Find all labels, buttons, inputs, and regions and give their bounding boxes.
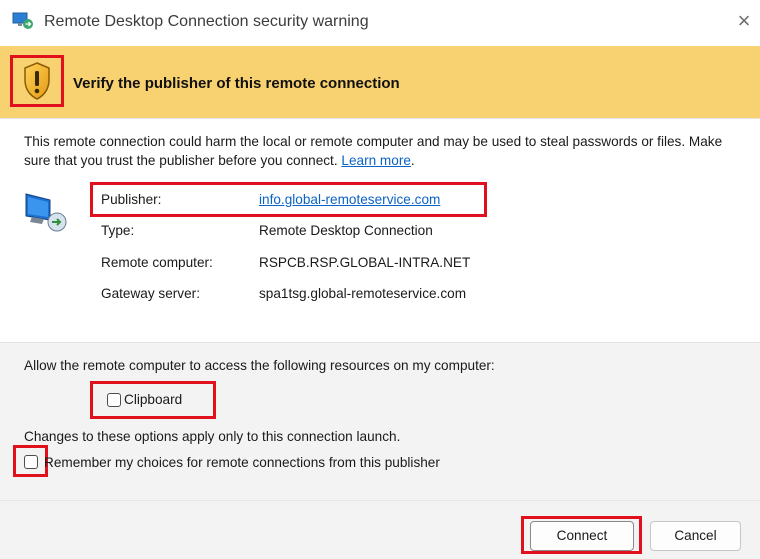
connect-button[interactable]: Connect (530, 521, 634, 551)
cancel-button[interactable]: Cancel (650, 521, 741, 551)
close-button[interactable]: × (733, 9, 755, 33)
clipboard-label[interactable]: Clipboard (124, 392, 182, 407)
remote-computer-value: RSPCB.RSP.GLOBAL-INTRA.NET (259, 255, 471, 270)
warning-description: This remote connection could harm the lo… (24, 132, 744, 170)
gateway-server-value: spa1tsg.global-remoteservice.com (259, 286, 467, 301)
button-bar (0, 500, 760, 559)
allow-resources-text: Allow the remote computer to access the … (24, 358, 495, 373)
publisher-link[interactable]: info.global-remoteservice.com (259, 192, 440, 207)
remote-desktop-app-icon (12, 12, 33, 29)
publisher-label: Publisher: (101, 192, 162, 207)
window-title: Remote Desktop Connection security warni… (44, 13, 369, 30)
clipboard-checkbox[interactable] (107, 393, 121, 407)
description-suffix: . (410, 153, 415, 168)
learn-more-link[interactable]: Learn more (341, 153, 411, 168)
shield-highlight-box (10, 55, 64, 107)
gateway-server-label: Gateway server: (101, 286, 200, 301)
changes-note: Changes to these options apply only to t… (24, 429, 401, 444)
remote-computer-label: Remote computer: (101, 255, 213, 270)
title-bar: Remote Desktop Connection security warni… (0, 0, 760, 46)
type-label: Type: (101, 223, 135, 238)
divider (0, 118, 760, 119)
remote-computer-icon (25, 193, 67, 232)
remember-choices-checkbox[interactable] (24, 455, 38, 469)
banner-heading: Verify the publisher of this remote conn… (73, 75, 400, 92)
type-value: Remote Desktop Connection (259, 223, 433, 238)
remember-choices-label[interactable]: Remember my choices for remote connectio… (44, 455, 440, 470)
